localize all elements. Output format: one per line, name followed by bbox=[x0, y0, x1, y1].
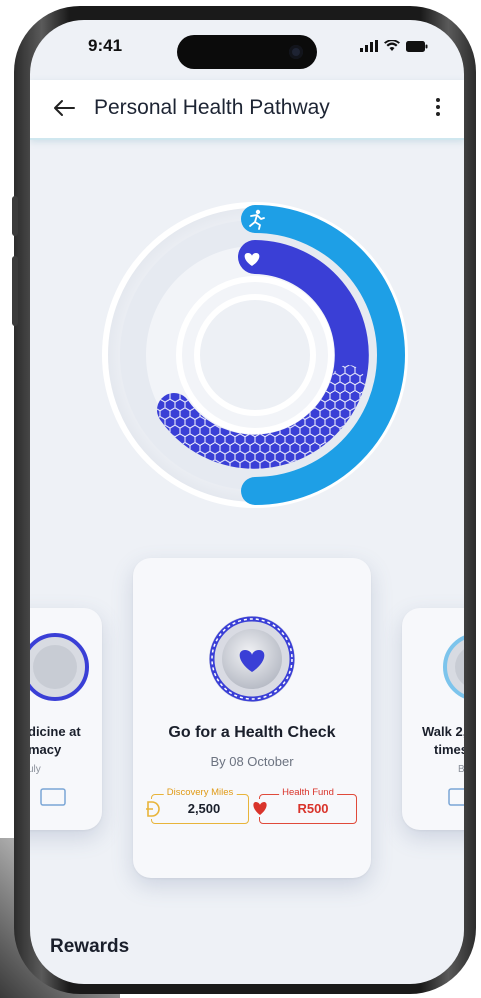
health-pathway-ring bbox=[100, 200, 410, 510]
more-menu-icon[interactable] bbox=[428, 98, 448, 122]
dynamic-island bbox=[177, 35, 317, 69]
reward-chip-icon bbox=[40, 788, 66, 806]
ring-graphic bbox=[102, 202, 408, 508]
back-arrow-icon[interactable] bbox=[50, 94, 78, 122]
reward-label: Discovery Miles bbox=[163, 787, 237, 798]
reward-label: Health Fund bbox=[279, 787, 337, 798]
task-card-left[interactable]: dicine at macy uly bbox=[30, 608, 102, 830]
phone-screen: 9:41 Personal Health Pathway dicine at m… bbox=[30, 20, 464, 984]
battery-icon bbox=[406, 41, 428, 52]
reward-value: R500 bbox=[297, 801, 329, 816]
task-badge-icon bbox=[30, 633, 89, 701]
health-check-badge bbox=[209, 616, 295, 702]
task-title: Go for a Health Check bbox=[168, 724, 336, 741]
task-title-right-line2: times bbox=[434, 742, 464, 757]
phone-side-button bbox=[12, 196, 18, 236]
task-subtitle-left: uly bbox=[30, 764, 41, 775]
task-card-right[interactable]: Walk 2, times By bbox=[402, 608, 464, 830]
rewards-section-title: Rewards bbox=[50, 936, 130, 957]
ring-center bbox=[194, 294, 316, 416]
task-badge-icon bbox=[443, 635, 464, 699]
task-carousel: dicine at macy uly Go for a Health Check… bbox=[30, 558, 464, 898]
task-title-left-line2: macy bbox=[30, 742, 62, 757]
status-time: 9:41 bbox=[88, 36, 123, 55]
wifi-icon bbox=[384, 40, 400, 51]
camera-icon bbox=[289, 45, 303, 59]
reward-chip-icon bbox=[448, 788, 464, 806]
reward-value: 2,500 bbox=[187, 801, 221, 816]
page-title: Personal Health Pathway bbox=[94, 96, 330, 119]
task-title-right: Walk 2, bbox=[422, 724, 464, 739]
health-fund-reward: Health Fund R500 bbox=[251, 787, 357, 824]
task-subtitle-right: By bbox=[458, 764, 464, 775]
task-title-left: dicine at bbox=[30, 724, 81, 739]
discovery-miles-reward: Discovery Miles 2,500 bbox=[144, 787, 249, 824]
signal-icon bbox=[360, 40, 378, 52]
phone-side-button bbox=[12, 256, 18, 326]
app-bar: Personal Health Pathway bbox=[30, 80, 464, 140]
task-card-main[interactable]: Go for a Health Check By 08 October Disc… bbox=[133, 558, 371, 878]
task-due-date: By 08 October bbox=[210, 754, 294, 769]
status-bar: 9:41 bbox=[30, 20, 464, 70]
status-icons bbox=[360, 40, 428, 52]
